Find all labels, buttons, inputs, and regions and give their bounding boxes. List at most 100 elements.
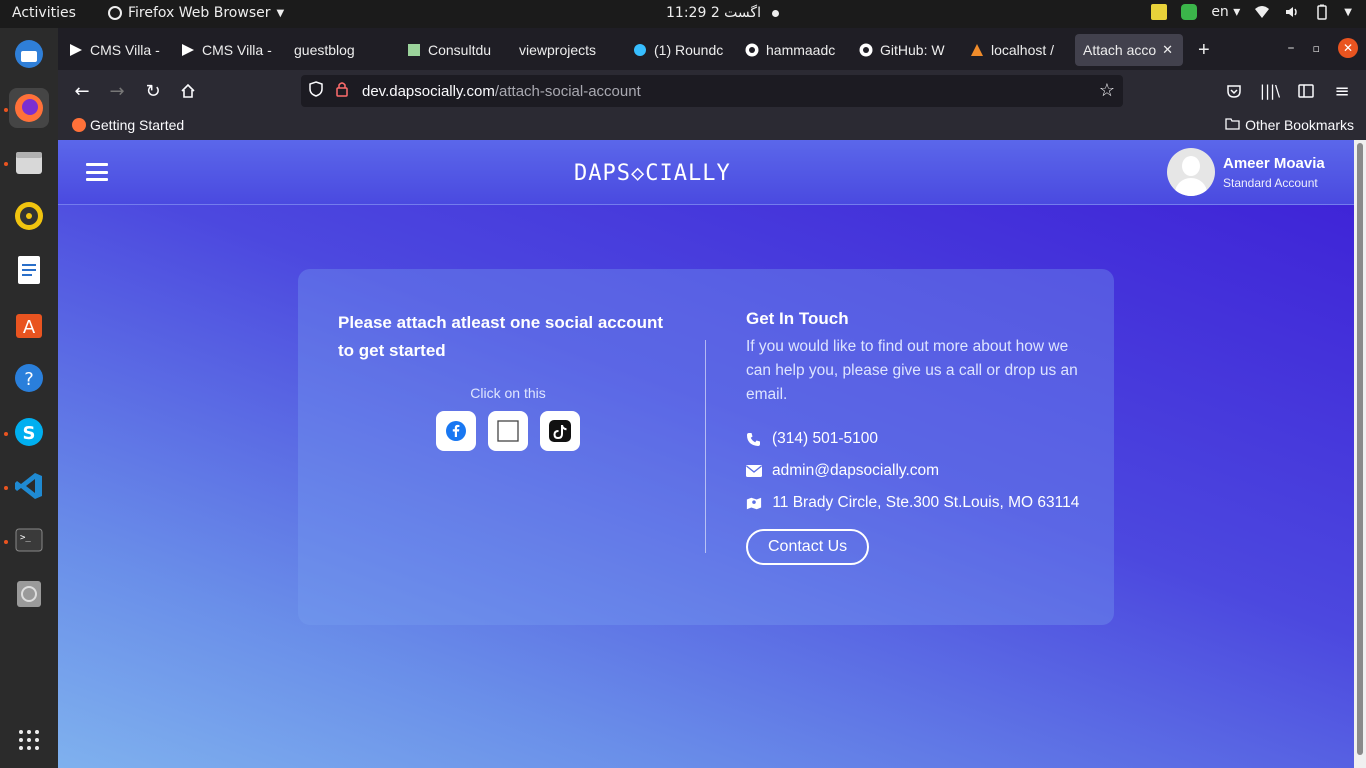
instagram-button[interactable] xyxy=(488,411,528,451)
sidebar-icon[interactable] xyxy=(1295,80,1317,102)
email-line[interactable]: admin@dapsocially.com xyxy=(746,459,1086,483)
other-bookmarks[interactable]: Other Bookmarks xyxy=(1225,117,1354,133)
site-logo[interactable]: DAPS◇CIALLY xyxy=(574,161,731,186)
rhythmbox-icon[interactable] xyxy=(9,196,49,236)
battery-icon[interactable] xyxy=(1314,4,1330,20)
notes-icon[interactable] xyxy=(1151,4,1168,20)
phone-line[interactable]: (314) 501-5100 xyxy=(746,427,1086,451)
tab-label: guestblog xyxy=(294,42,355,58)
thunderbird-icon[interactable] xyxy=(9,34,49,74)
bookmarks-bar: Getting Started Other Bookmarks xyxy=(58,112,1366,140)
menu-icon[interactable]: ≡ xyxy=(1331,80,1353,102)
phpmyadmin-favicon-icon xyxy=(969,42,985,58)
tab-viewprojects[interactable]: viewprojects xyxy=(519,34,617,66)
tab-label: CMS Villa - xyxy=(202,42,272,58)
instagram-icon xyxy=(497,420,519,442)
card-divider xyxy=(705,340,706,553)
profile-account-type: Standard Account xyxy=(1223,175,1318,190)
tab-hammaad[interactable]: hammaadc xyxy=(744,34,844,66)
url-host: dev.dapsocially.com xyxy=(362,82,495,100)
avatar xyxy=(1167,148,1215,196)
document-favicon-icon xyxy=(406,42,422,58)
update-icon[interactable] xyxy=(1181,4,1198,20)
software-icon[interactable]: A xyxy=(9,304,49,344)
shield-icon[interactable] xyxy=(309,81,325,101)
tab-consultdu[interactable]: Consultdu xyxy=(406,34,502,66)
facebook-button[interactable] xyxy=(436,411,476,451)
cms-favicon-icon xyxy=(180,42,196,58)
phone-number: (314) 501-5100 xyxy=(772,430,878,447)
chevron-down-icon: ▼ xyxy=(276,7,285,19)
wifi-icon[interactable] xyxy=(1254,4,1270,20)
contact-us-button[interactable]: Contact Us xyxy=(746,529,870,566)
app-menu[interactable]: Firefox Web Browser ▼ xyxy=(108,5,284,21)
tab-attach-account[interactable]: Attach acco ✕ xyxy=(1075,34,1183,66)
tab-label: GitHub: W xyxy=(880,42,945,58)
navigation-bar: ← → ↻ dev.dapsocially.com/attach-social-… xyxy=(58,70,1366,112)
contact-section: Get In Touch If you would like to find o… xyxy=(746,309,1086,566)
system-tray[interactable]: en ▾ ▼ xyxy=(1151,4,1352,20)
tab-cms-villa-1[interactable]: CMS Villa - xyxy=(68,34,168,66)
vscode-icon[interactable] xyxy=(9,466,49,506)
tab-label: hammaadc xyxy=(766,42,836,58)
clock[interactable]: اگست 2 11:29 xyxy=(666,5,761,21)
tab-close-icon[interactable]: ✕ xyxy=(1162,42,1173,58)
window-controls: – ▫ ✕ xyxy=(1288,38,1358,58)
writer-icon[interactable] xyxy=(9,250,49,290)
roundcube-favicon-icon xyxy=(632,42,648,58)
tiktok-button[interactable] xyxy=(540,411,580,451)
volume-icon[interactable] xyxy=(1284,4,1300,20)
profile-menu[interactable]: Ameer Moavia Standard Account xyxy=(1167,148,1325,196)
skype-icon[interactable]: S xyxy=(9,412,49,452)
help-icon[interactable]: ? xyxy=(9,358,49,398)
tab-bar: CMS Villa - CMS Villa - guestblog Consul… xyxy=(58,28,1366,70)
close-window-icon[interactable]: ✕ xyxy=(1338,38,1358,58)
map-marker-icon xyxy=(746,491,762,515)
tab-localhost[interactable]: localhost / xyxy=(969,34,1065,66)
app-grid-icon[interactable] xyxy=(9,720,49,760)
new-tab-button[interactable]: + xyxy=(1198,34,1218,66)
tab-cms-villa-2[interactable]: CMS Villa - xyxy=(180,34,280,66)
running-indicator xyxy=(4,162,8,166)
system-menu-chevron-icon[interactable]: ▼ xyxy=(1344,7,1352,18)
running-indicator xyxy=(4,540,8,544)
activities-button[interactable]: Activities xyxy=(12,5,76,21)
maximize-icon[interactable]: ▫ xyxy=(1313,42,1320,55)
attach-section: Please attach atleast one social account… xyxy=(338,309,678,451)
scrollbar-thumb[interactable] xyxy=(1357,143,1363,755)
tab-github[interactable]: GitHub: W xyxy=(858,34,950,66)
url-bar[interactable]: dev.dapsocially.com/attach-social-accoun… xyxy=(301,75,1123,107)
language-label: en xyxy=(1211,4,1229,20)
library-icon[interactable]: |||\ xyxy=(1259,80,1281,102)
page-content: DAPS◇CIALLY Ameer Moavia Standard Accoun… xyxy=(58,140,1354,768)
bookmark-star-icon[interactable]: ☆ xyxy=(1099,80,1115,101)
tiktok-icon xyxy=(549,420,571,442)
tab-guestblog[interactable]: guestblog xyxy=(294,34,384,66)
bookmark-label: Other Bookmarks xyxy=(1245,117,1354,133)
pocket-icon[interactable] xyxy=(1223,80,1245,102)
bookmark-getting-started[interactable]: Getting Started xyxy=(72,117,184,133)
running-indicator xyxy=(4,108,8,112)
tab-label: localhost / xyxy=(991,42,1055,58)
back-icon[interactable]: ← xyxy=(71,80,93,102)
home-icon[interactable] xyxy=(177,80,199,102)
envelope-icon xyxy=(746,459,762,483)
terminal-icon[interactable]: >_ xyxy=(9,520,49,560)
files-icon[interactable] xyxy=(9,142,49,182)
language-indicator[interactable]: en ▾ xyxy=(1211,4,1240,20)
disc-icon[interactable] xyxy=(9,574,49,614)
site-header: DAPS◇CIALLY Ameer Moavia Standard Accoun… xyxy=(58,140,1354,205)
forward-icon[interactable]: → xyxy=(106,80,128,102)
profile-name: Ameer Moavia xyxy=(1223,154,1325,172)
system-top-bar: Activities Firefox Web Browser ▼ اگست 2 … xyxy=(0,0,1366,28)
lock-icon[interactable] xyxy=(335,81,351,101)
reload-icon[interactable]: ↻ xyxy=(142,80,164,102)
folder-icon xyxy=(1225,117,1240,133)
url-path: /attach-social-account xyxy=(494,82,641,100)
minimize-icon[interactable]: – xyxy=(1288,40,1295,56)
click-label: Click on this xyxy=(470,385,546,401)
hamburger-menu-icon[interactable] xyxy=(86,163,108,181)
firefox-icon[interactable] xyxy=(9,88,49,128)
tab-roundcube[interactable]: (1) Roundc xyxy=(632,34,732,66)
attach-title: Please attach atleast one social account… xyxy=(338,313,664,360)
